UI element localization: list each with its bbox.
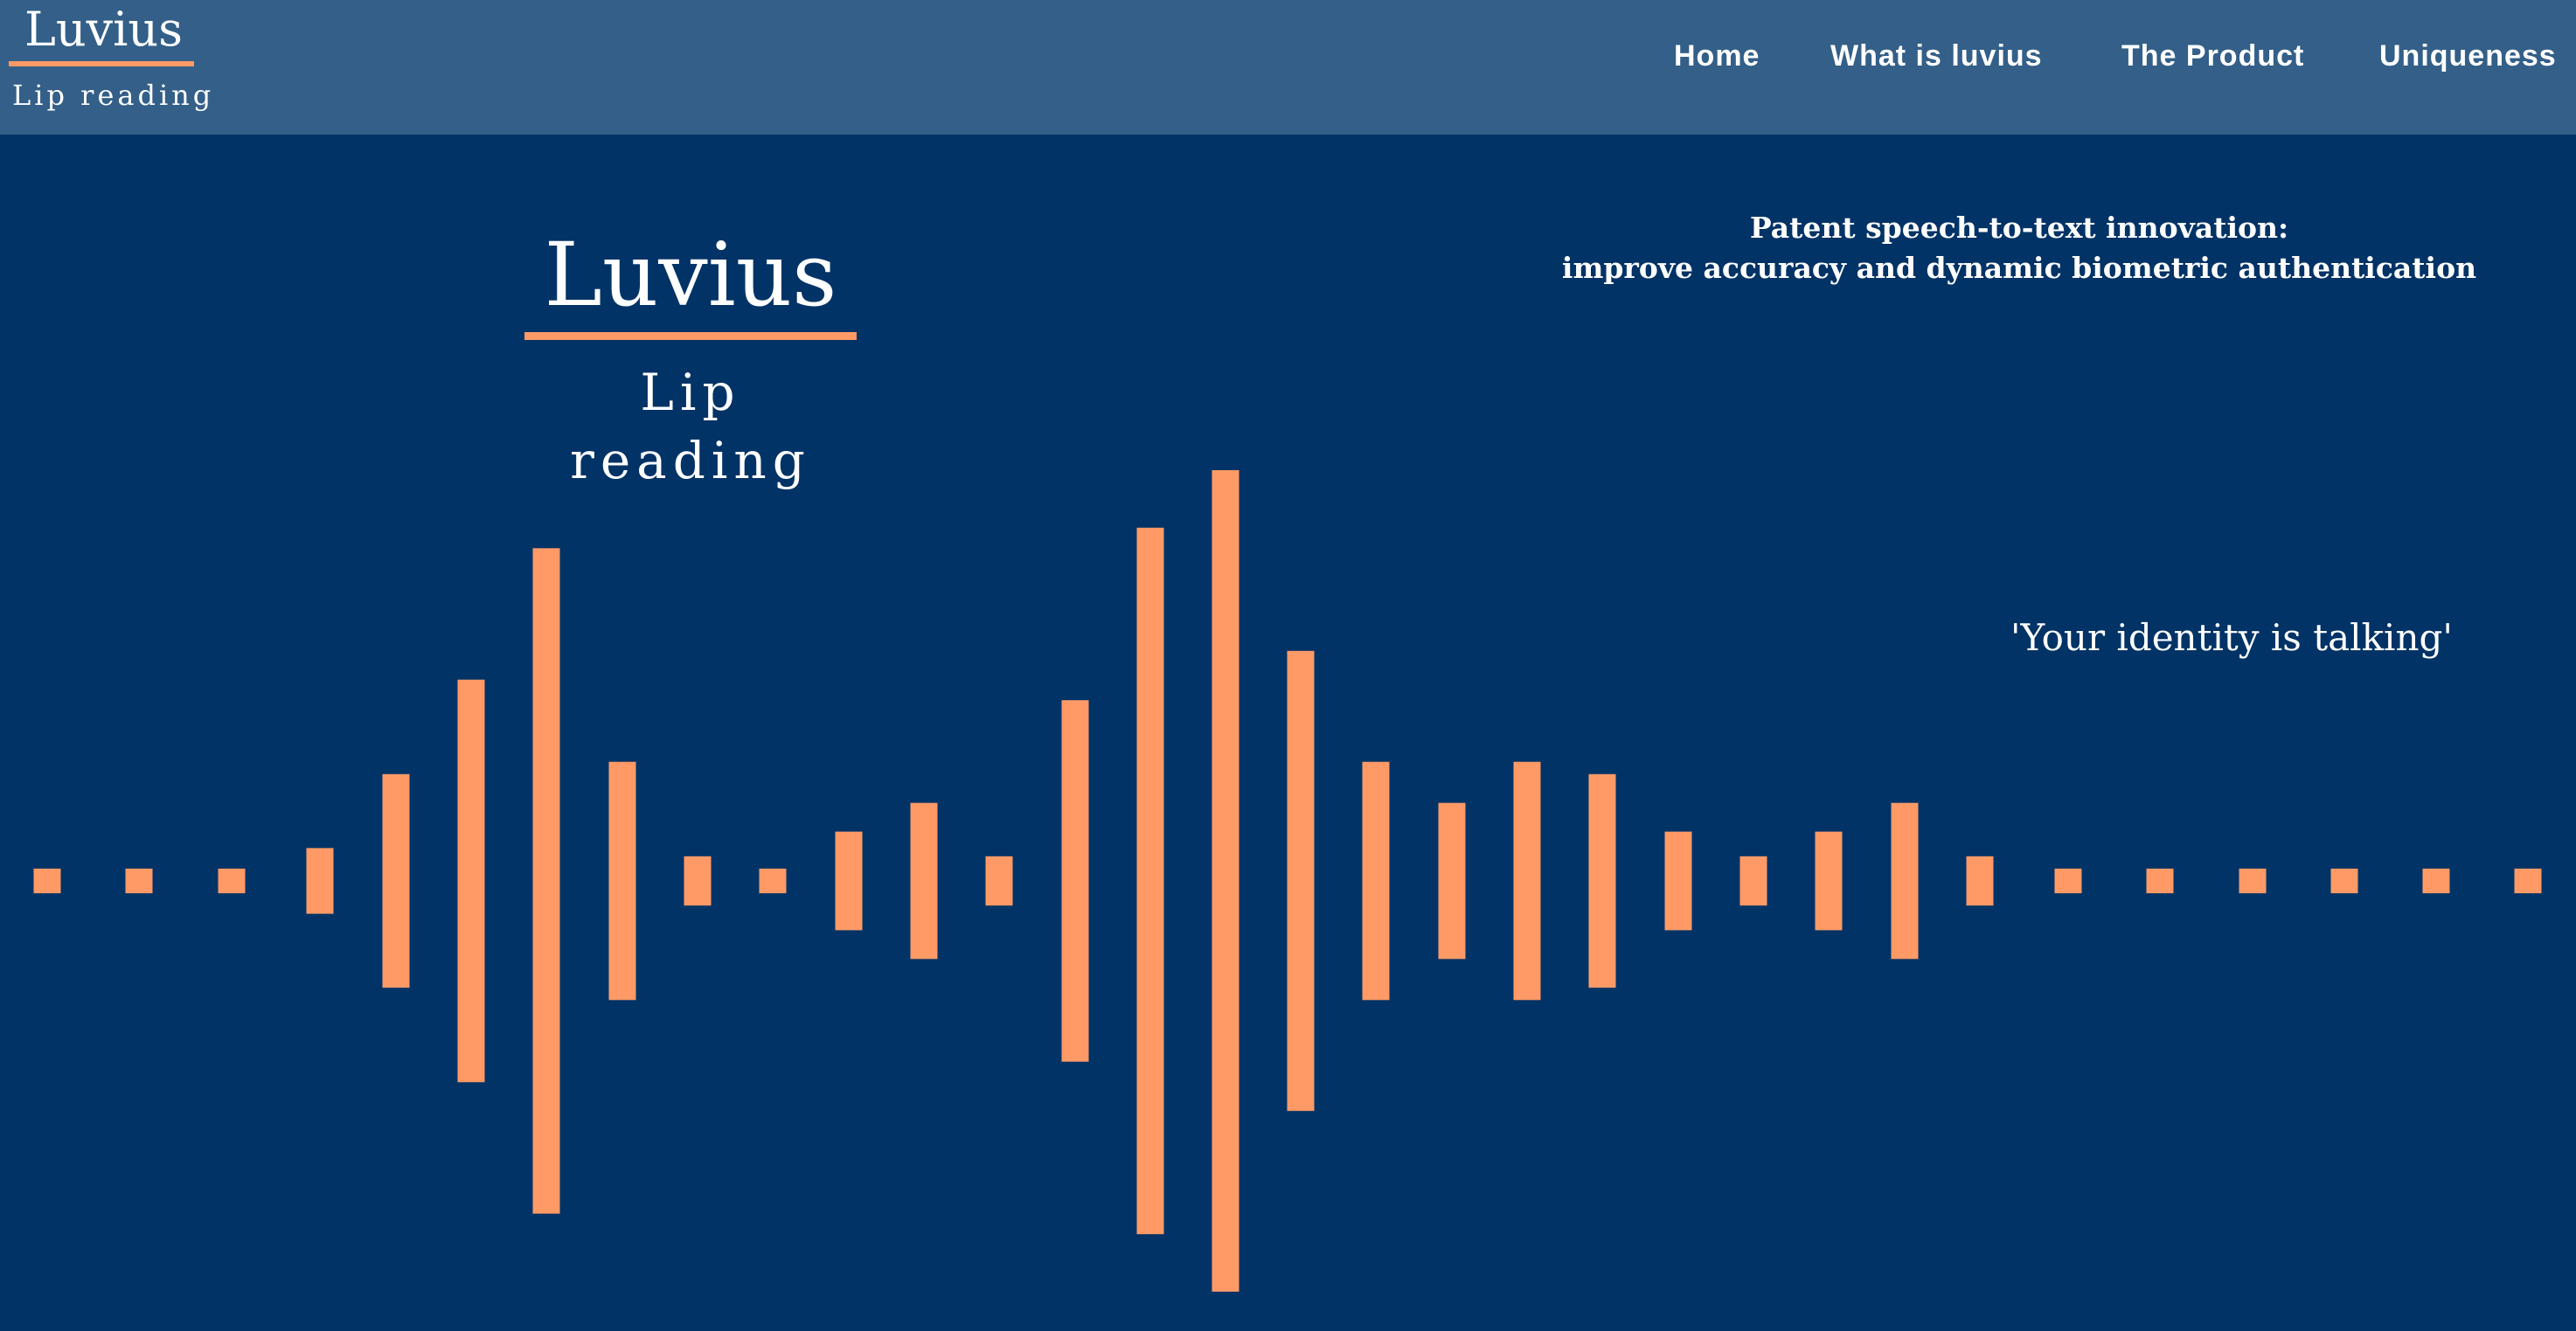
audio-waveform	[33, 470, 2542, 1292]
waveform-bar	[1966, 856, 1994, 906]
waveform-bar	[532, 548, 560, 1214]
waveform-bar	[1061, 700, 1089, 1062]
waveform-bar	[218, 868, 246, 894]
waveform-bar	[985, 856, 1013, 906]
waveform-bar	[2330, 868, 2358, 894]
waveform-bar	[306, 848, 334, 914]
waveform-bar	[1664, 831, 1692, 931]
waveform-bar	[1588, 773, 1616, 988]
waveform-bar	[608, 761, 636, 1001]
waveform-bar	[1815, 831, 1843, 931]
waveform-bar	[2054, 868, 2082, 894]
waveform-bar	[1891, 802, 1919, 960]
waveform-bar	[835, 831, 863, 931]
waveform-bar	[382, 773, 410, 988]
waveform-bar	[1438, 802, 1466, 960]
waveform-bar	[910, 802, 938, 960]
waveform-bar	[759, 868, 787, 894]
waveform-bar	[1362, 761, 1390, 1001]
waveform-bar	[684, 856, 712, 906]
waveform-bar	[2146, 868, 2174, 894]
waveform-bar	[125, 868, 153, 894]
waveform-bar	[1739, 856, 1767, 906]
waveform-bar	[2239, 868, 2267, 894]
waveform-bar	[1513, 761, 1541, 1001]
waveform-bar	[1212, 470, 1239, 1292]
waveform-bar	[1287, 650, 1315, 1112]
waveform-bar	[33, 868, 61, 894]
waveform-bar	[2514, 868, 2542, 894]
waveform-bar	[1136, 527, 1164, 1235]
waveform-bar	[2422, 868, 2450, 894]
waveform-bar	[457, 679, 485, 1083]
